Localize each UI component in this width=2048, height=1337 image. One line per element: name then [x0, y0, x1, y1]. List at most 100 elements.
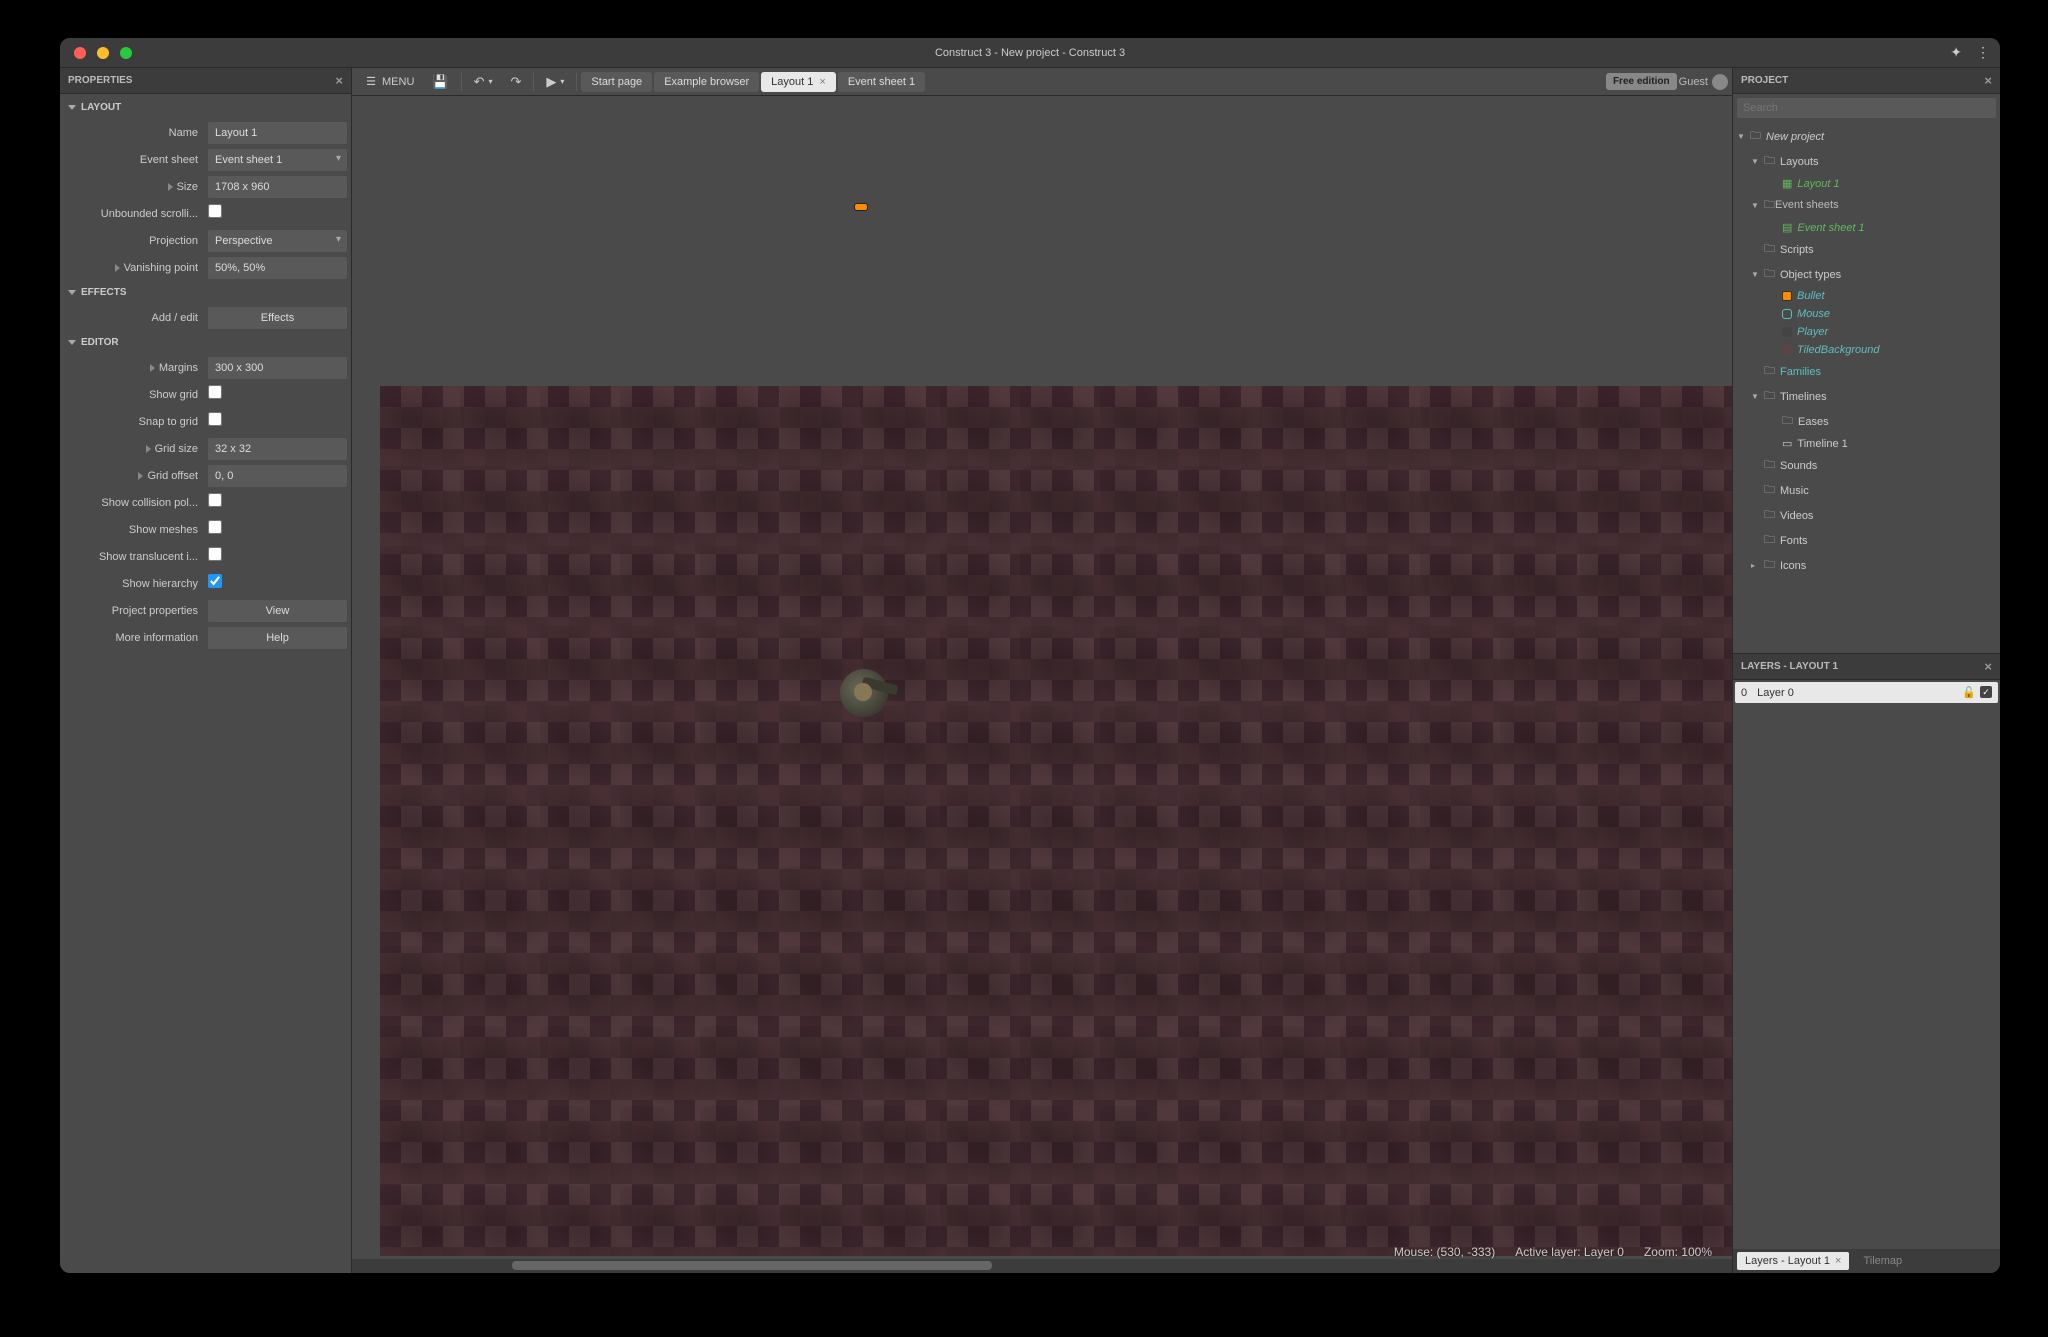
free-edition-badge[interactable]: Free edition [1606, 73, 1677, 90]
bullet-sprite[interactable] [854, 203, 868, 211]
tree-layout-1[interactable]: ▦Layout 1 [1733, 174, 2000, 193]
folder-icon: 🗀 [1750, 127, 1761, 146]
play-button[interactable]: ▶▾ [538, 70, 572, 94]
tree-videos[interactable]: 🗀Videos [1733, 503, 2000, 528]
view-button[interactable]: View [208, 600, 347, 622]
expand-icon[interactable] [168, 183, 173, 191]
window-minimize-button[interactable] [97, 47, 109, 59]
project-close-icon[interactable]: × [1984, 73, 1992, 88]
tab-example-browser[interactable]: Example browser [654, 72, 759, 92]
editor-section-header[interactable]: EDITOR [64, 331, 347, 354]
gridoffset-input[interactable] [208, 465, 347, 487]
showgrid-label: Show grid [64, 389, 202, 401]
margins-input[interactable] [208, 357, 347, 379]
horizontal-scrollbar[interactable] [352, 1259, 1732, 1273]
tab-tilemap[interactable]: Tilemap [1851, 1252, 1914, 1270]
layout-canvas[interactable]: Mouse: (530, -333) Active layer: Layer 0… [352, 96, 1732, 1273]
tree-event-sheets[interactable]: ▼🗀Event sheets [1733, 193, 2000, 218]
save-icon: 💾 [432, 74, 448, 90]
layout-section-header[interactable]: LAYOUT [64, 96, 347, 119]
expand-icon[interactable] [115, 264, 120, 272]
scrollbar-thumb[interactable] [512, 1261, 992, 1270]
tab-layout-1[interactable]: Layout 1× [761, 72, 836, 92]
folder-icon: 🗀 [1782, 412, 1793, 431]
tree-timeline-1[interactable]: ▭Timeline 1 [1733, 434, 2000, 453]
tree-eases[interactable]: 🗀Eases [1733, 409, 2000, 434]
effects-button[interactable]: Effects [208, 307, 347, 329]
tree-object-types[interactable]: ▼🗀Object types [1733, 262, 2000, 287]
showgrid-checkbox[interactable] [208, 385, 222, 399]
tree-sounds[interactable]: 🗀Sounds [1733, 453, 2000, 478]
folder-icon: 🗀 [1764, 506, 1775, 525]
window-close-button[interactable] [74, 47, 86, 59]
tree-tiledbackground[interactable]: TiledBackground [1733, 341, 2000, 359]
lock-icon[interactable]: 🔓 [1962, 686, 1976, 699]
tree-bullet[interactable]: Bullet [1733, 287, 2000, 305]
name-input[interactable] [208, 122, 347, 144]
expand-icon[interactable] [146, 445, 151, 453]
kebab-menu-icon[interactable]: ⋮ [1976, 44, 1990, 61]
folder-icon: 🗀 [1764, 387, 1775, 406]
size-label: Size [64, 181, 202, 193]
vanishing-input[interactable] [208, 257, 347, 279]
tiled-background-sprite[interactable] [380, 386, 1732, 1256]
extension-icon[interactable]: ✦ [1950, 44, 1962, 61]
tree-player[interactable]: Player [1733, 323, 2000, 341]
help-button[interactable]: Help [208, 627, 347, 649]
hierarchy-checkbox[interactable] [208, 574, 222, 588]
addedit-label: Add / edit [64, 312, 202, 324]
tree-mouse[interactable]: Mouse [1733, 305, 2000, 323]
size-input[interactable] [208, 176, 347, 198]
app-window: Construct 3 - New project - Construct 3 … [60, 38, 2000, 1273]
undo-button[interactable]: ↶▾ [466, 70, 501, 94]
event-sheet-label: Event sheet [64, 154, 202, 166]
zoom-status: Zoom: 100% [1644, 1245, 1712, 1259]
tab-layers[interactable]: Layers - Layout 1× [1737, 1252, 1849, 1270]
tree-families[interactable]: 🗀Families [1733, 359, 2000, 384]
projection-select[interactable]: Perspective [208, 230, 347, 252]
tree-music[interactable]: 🗀Music [1733, 478, 2000, 503]
player-sprite[interactable] [832, 661, 896, 725]
event-sheet-select[interactable]: Event sheet 1 [208, 149, 347, 171]
tab-event-sheet-1[interactable]: Event sheet 1 [838, 72, 925, 92]
save-button[interactable]: 💾 [424, 70, 456, 94]
redo-icon: ↷ [511, 74, 522, 90]
meshes-checkbox[interactable] [208, 520, 222, 534]
menu-button[interactable]: MENU [356, 71, 422, 92]
window-maximize-button[interactable] [120, 47, 132, 59]
redo-button[interactable]: ↷ [503, 70, 530, 94]
collision-checkbox[interactable] [208, 493, 222, 507]
properties-close-icon[interactable]: × [335, 73, 343, 88]
translucent-checkbox[interactable] [208, 547, 222, 561]
project-search-input[interactable] [1737, 98, 1996, 118]
layer-0-row[interactable]: 0 Layer 0 🔓 ✓ [1735, 682, 1998, 703]
unbounded-checkbox[interactable] [208, 204, 222, 218]
moreinfo-label: More information [64, 632, 202, 644]
layers-close-icon[interactable]: × [1984, 659, 1992, 674]
separator [576, 73, 577, 91]
tree-event-sheet-1[interactable]: ▤Event sheet 1 [1733, 218, 2000, 237]
player-icon [1782, 327, 1792, 337]
guest-account[interactable]: Guest [1679, 74, 1728, 90]
tree-icons[interactable]: ▸🗀Icons [1733, 553, 2000, 578]
visibility-checkbox[interactable]: ✓ [1980, 686, 1992, 698]
layers-header: LAYERS - LAYOUT 1 × [1733, 654, 2000, 680]
disclosure-icon [68, 105, 76, 110]
folder-icon: 🗀 [1764, 265, 1775, 284]
tree-layouts[interactable]: ▼🗀Layouts [1733, 149, 2000, 174]
properties-title: PROPERTIES [68, 75, 132, 86]
tree-scripts[interactable]: 🗀Scripts [1733, 237, 2000, 262]
tree-timelines[interactable]: ▼🗀Timelines [1733, 384, 2000, 409]
effects-section-header[interactable]: EFFECTS [64, 281, 347, 304]
collision-label: Show collision pol... [64, 497, 202, 509]
close-icon[interactable]: × [819, 76, 825, 88]
close-icon[interactable]: × [1835, 1255, 1841, 1267]
snapgrid-checkbox[interactable] [208, 412, 222, 426]
snapgrid-label: Snap to grid [64, 416, 202, 428]
tab-start-page[interactable]: Start page [581, 72, 652, 92]
tree-root[interactable]: ▼🗀New project [1733, 124, 2000, 149]
tree-fonts[interactable]: 🗀Fonts [1733, 528, 2000, 553]
gridsize-input[interactable] [208, 438, 347, 460]
expand-icon[interactable] [138, 472, 143, 480]
expand-icon[interactable] [150, 364, 155, 372]
